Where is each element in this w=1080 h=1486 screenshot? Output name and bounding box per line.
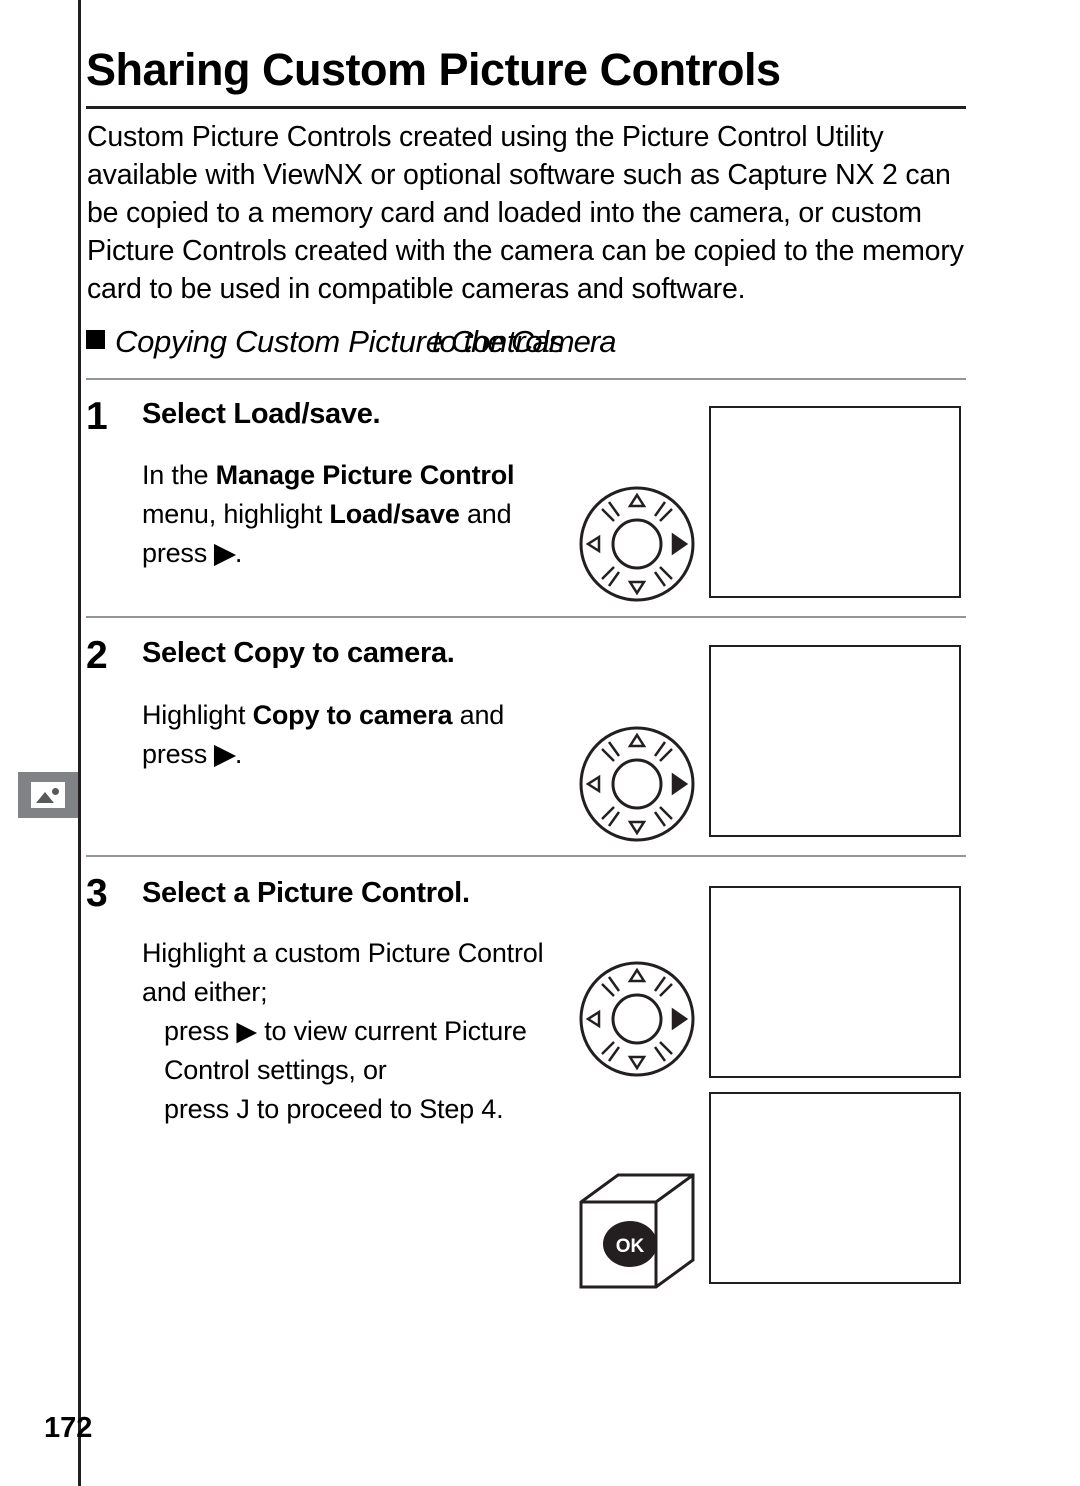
step-3-title: Select a Picture Control. bbox=[142, 877, 470, 909]
intro-paragraph: Custom Picture Controls created using th… bbox=[87, 121, 964, 305]
step-3-screen-1 bbox=[709, 886, 961, 1078]
step-1-body: In the Manage Picture Control menu, high… bbox=[142, 460, 515, 568]
step-1-screen bbox=[709, 406, 961, 598]
page-left-rule bbox=[78, 0, 81, 1486]
step-2-number: 2 bbox=[86, 634, 108, 677]
section-heading: Copying Custom Picture Controlsto the Ca… bbox=[86, 324, 616, 360]
step-3-screen-2 bbox=[709, 1092, 961, 1284]
step-3-body: Highlight a custom Picture Control and e… bbox=[142, 934, 572, 1129]
step-2-title: Select Copy to camera. bbox=[142, 637, 455, 669]
rule-above-step-3 bbox=[86, 855, 966, 857]
multi-selector-right-icon bbox=[579, 726, 695, 842]
rule-above-step-2 bbox=[86, 616, 966, 618]
svg-text:OK: OK bbox=[616, 1236, 645, 1257]
step-3-body-extra-2: press J to proceed to Step 4. bbox=[164, 1094, 504, 1124]
ok-button-icon: OK bbox=[579, 1173, 695, 1289]
rule-above-step-1 bbox=[86, 378, 966, 380]
title-underline bbox=[86, 106, 966, 109]
page-number: 172 bbox=[44, 1412, 93, 1444]
multi-selector-right-icon bbox=[579, 961, 695, 1077]
step-1-title: Select Load/save. bbox=[142, 398, 381, 430]
step-3-body-extra-1: press ▶ to view current Picture Control … bbox=[164, 1016, 527, 1085]
section-heading-text-b: to the Camera bbox=[432, 324, 616, 359]
multi-selector-right-icon bbox=[579, 486, 695, 602]
step-2-body: Highlight Copy to camera and press ▶. bbox=[142, 700, 505, 769]
step-2-screen bbox=[709, 645, 961, 837]
picture-control-icon bbox=[31, 782, 65, 808]
step-1-number: 1 bbox=[86, 395, 108, 438]
square-bullet-icon bbox=[86, 330, 105, 349]
step-3-body-main: Highlight a custom Picture Control and e… bbox=[142, 938, 544, 1007]
page-title: Sharing Custom Picture Controls bbox=[86, 44, 781, 95]
side-tab-picture-control bbox=[18, 772, 78, 818]
step-3-number: 3 bbox=[86, 872, 108, 915]
